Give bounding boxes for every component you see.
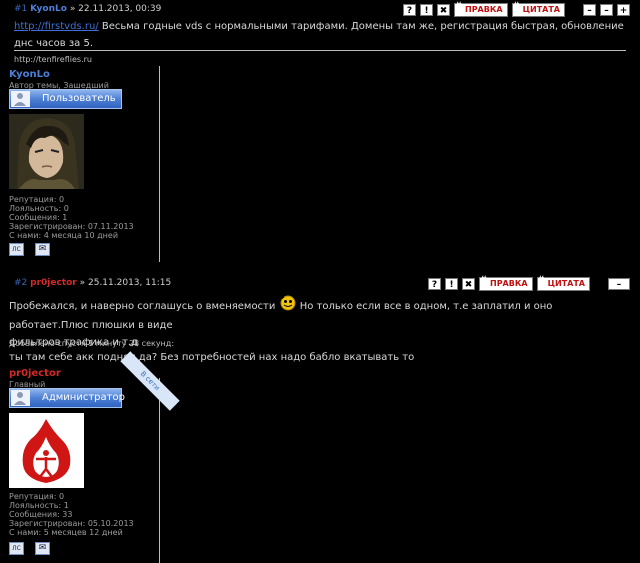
stat-registered: Зарегистрирован: 05.10.2013 xyxy=(9,519,134,528)
post-date: » 22.11.2013, 00:39 xyxy=(69,4,162,14)
quote-mark-icon: ❝ xyxy=(456,1,462,12)
quote-button[interactable]: ❝ ЦИТАТА xyxy=(536,275,590,291)
post-number[interactable]: #1 xyxy=(14,4,27,14)
report-button[interactable]: ? xyxy=(428,278,441,290)
report-button[interactable]: ? xyxy=(403,4,416,16)
quote-mark-icon: ❝ xyxy=(513,1,520,12)
stat-messages: Сообщения: 33 xyxy=(9,510,73,519)
rate-neutral-button[interactable]: – xyxy=(600,4,613,16)
post-1-body: http://firstvds.ru/ Весьма годные vds с … xyxy=(14,18,634,52)
stat-loyalty: Лояльность: 1 xyxy=(9,501,69,510)
smiley-icon xyxy=(279,295,297,317)
post-text-2: ты там себе акк поднял да? Без потребнос… xyxy=(9,352,415,363)
added-note: Добавлено спустя 1 минуту 28 секунд: xyxy=(9,339,175,348)
stat-messages: Сообщения: 1 xyxy=(9,213,68,222)
pm-icon[interactable]: ЛС xyxy=(9,243,24,256)
signature-divider xyxy=(14,50,626,51)
edit-button[interactable]: ❝ ПРАВКА xyxy=(479,275,533,291)
avatar[interactable] xyxy=(9,413,84,488)
delete-button[interactable]: ✖ xyxy=(462,278,475,290)
quote-mark-icon: ❝ xyxy=(481,275,487,286)
quote-mark-icon: ❝ xyxy=(538,275,545,286)
warn-button[interactable]: ! xyxy=(445,278,458,290)
rank-badge: Пользователь xyxy=(9,89,122,109)
post-author[interactable]: pr0jector xyxy=(30,278,77,288)
rank-label: Администратор xyxy=(42,392,125,403)
post-author[interactable]: KyonLo xyxy=(30,4,67,14)
rate-plus-button[interactable]: + xyxy=(617,4,630,16)
stat-loyalty: Лояльность: 0 xyxy=(9,204,69,213)
signature: http://tenfireflies.ru xyxy=(14,55,92,64)
pm-icon[interactable]: ЛС xyxy=(9,542,24,555)
quote-button[interactable]: ❝ ЦИТАТА xyxy=(511,1,565,17)
post-date: » 25.11.2013, 11:15 xyxy=(79,278,172,288)
rate-neutral-button[interactable]: – xyxy=(608,278,630,290)
edit-button[interactable]: ❝ ПРАВКА xyxy=(454,1,508,17)
stat-registered: Зарегистрирован: 07.11.2013 xyxy=(9,222,134,231)
post-number[interactable]: #2 xyxy=(14,278,27,288)
post-2-header: #2 pr0jector » 25.11.2013, 11:15 xyxy=(14,278,171,288)
post-1-header: #1 KyonLo » 22.11.2013, 00:39 xyxy=(14,4,161,14)
stat-reputation: Репутация: 0 xyxy=(9,195,65,204)
rank-label: Пользователь xyxy=(42,93,116,104)
warn-button[interactable]: ! xyxy=(420,4,433,16)
avatar[interactable] xyxy=(9,114,84,189)
post-1-toolbar: ? ! ✖ ❝ ПРАВКА ❝ ЦИТАТА – – + xyxy=(403,1,630,17)
rate-minus-button[interactable]: – xyxy=(583,4,596,16)
delete-button[interactable]: ✖ xyxy=(437,4,450,16)
post-2-toolbar: ? ! ✖ ❝ ПРАВКА ❝ ЦИТАТА – xyxy=(428,275,630,291)
stat-reputation: Репутация: 0 xyxy=(9,492,65,501)
userpanel-divider xyxy=(159,66,160,262)
user-name[interactable]: KyonLo xyxy=(9,69,50,80)
user-icon xyxy=(11,91,30,107)
post-text: Пробежался, и наверно соглашусь о вменяе… xyxy=(9,301,276,312)
email-icon[interactable]: ✉ xyxy=(35,243,50,256)
post-link[interactable]: http://firstvds.ru/ xyxy=(14,21,99,32)
user-stats: Репутация: 0 Лояльность: 1 Сообщения: 33… xyxy=(9,492,134,537)
post-text: Весьма годные vds с нормальными тарифами… xyxy=(14,21,624,49)
stat-with-us: С нами: 4 месяца 10 дней xyxy=(9,231,119,240)
userpanel-divider xyxy=(159,378,160,563)
rank-badge: Администратор xyxy=(9,388,125,408)
user-name[interactable]: pr0jector xyxy=(9,368,61,379)
email-icon[interactable]: ✉ xyxy=(35,542,50,555)
user-icon xyxy=(11,390,30,406)
user-stats: Репутация: 0 Лояльность: 0 Сообщения: 1 … xyxy=(9,195,134,240)
stat-with-us: С нами: 5 месяцев 12 дней xyxy=(9,528,123,537)
